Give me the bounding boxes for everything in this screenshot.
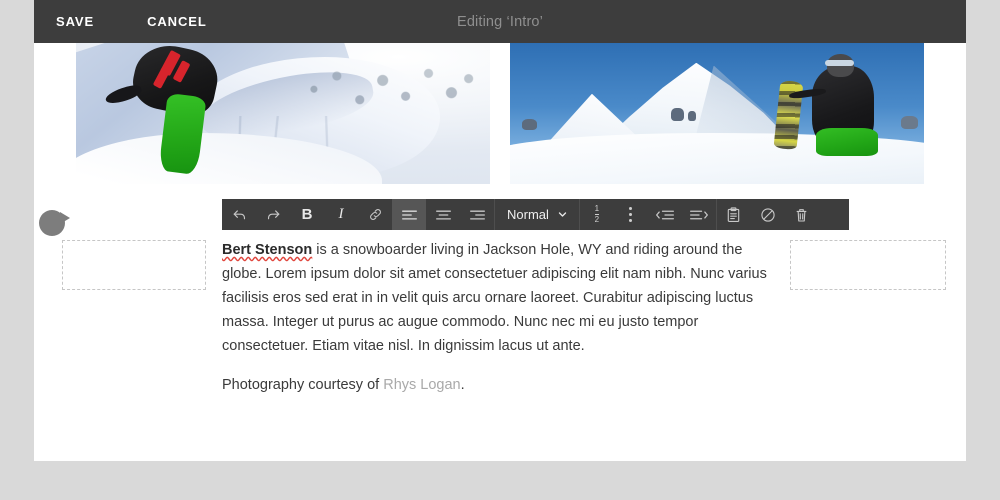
photo-right-rider-pants — [816, 127, 879, 156]
indent-icon[interactable] — [682, 199, 716, 230]
photo-right-tree — [688, 110, 697, 121]
clear-formatting-icon[interactable] — [751, 199, 785, 230]
bullet-list-icon[interactable] — [614, 199, 648, 230]
editing-title: Editing ‘Intro’ — [457, 13, 543, 30]
toolbar-group-lists: 1 2 — [580, 199, 716, 230]
edit-toolbar: SAVE CANCEL Editing ‘Intro’ — [34, 0, 966, 43]
italic-icon[interactable]: I — [324, 199, 358, 230]
hero-image-right[interactable] — [510, 43, 924, 184]
photographer-link[interactable]: Rhys Logan — [383, 377, 460, 393]
align-right-icon[interactable] — [460, 199, 494, 230]
link-icon[interactable] — [358, 199, 392, 230]
chevron-down-icon — [558, 212, 567, 217]
dropzone-left[interactable] — [62, 240, 206, 290]
style-select[interactable]: Normal — [495, 199, 579, 230]
photo-right-tree — [901, 116, 918, 129]
paste-icon[interactable] — [717, 199, 751, 230]
photo-right-tree — [522, 119, 537, 131]
hero-image-row — [76, 43, 924, 184]
numbered-list-bottom: 2 — [594, 215, 600, 224]
drag-handle[interactable] — [39, 210, 70, 236]
bold-icon[interactable]: B — [290, 199, 324, 230]
app-root: SAVE CANCEL Editing ‘Intro’ B I Normal 1… — [0, 0, 1000, 500]
undo-icon[interactable] — [222, 199, 256, 230]
richtext-toolbar: B I Normal 1 2 — [222, 199, 849, 230]
bio-text: is a snowboarder living in Jackson Hole,… — [222, 242, 767, 354]
numbered-list-top: 1 — [594, 204, 600, 215]
redo-icon[interactable] — [256, 199, 290, 230]
toolbar-group-actions — [717, 199, 819, 230]
photo-right-tree — [671, 107, 684, 121]
toolbar-group-history — [222, 199, 290, 230]
bio-paragraph: Bert Stenson is a snowboarder living in … — [222, 238, 770, 358]
style-select-value: Normal — [507, 207, 549, 222]
toolbar-group-inline: B I — [290, 199, 392, 230]
credit-suffix: . — [460, 377, 465, 393]
align-center-icon[interactable] — [426, 199, 460, 230]
dropzone-right[interactable] — [790, 240, 946, 290]
hero-image-left[interactable] — [76, 43, 490, 184]
delete-icon[interactable] — [785, 199, 819, 230]
photo-right-rider-goggles — [824, 59, 854, 67]
article-body[interactable]: Bert Stenson is a snowboarder living in … — [222, 238, 770, 397]
align-left-icon[interactable] — [392, 199, 426, 230]
numbered-list-icon[interactable]: 1 2 — [580, 199, 614, 230]
credit-prefix: Photography courtesy of — [222, 377, 384, 393]
toolbar-group-align — [392, 199, 494, 230]
author-name: Bert Stenson — [222, 242, 313, 258]
outdent-icon[interactable] — [648, 199, 682, 230]
credit-paragraph: Photography courtesy of Rhys Logan. — [222, 373, 770, 397]
